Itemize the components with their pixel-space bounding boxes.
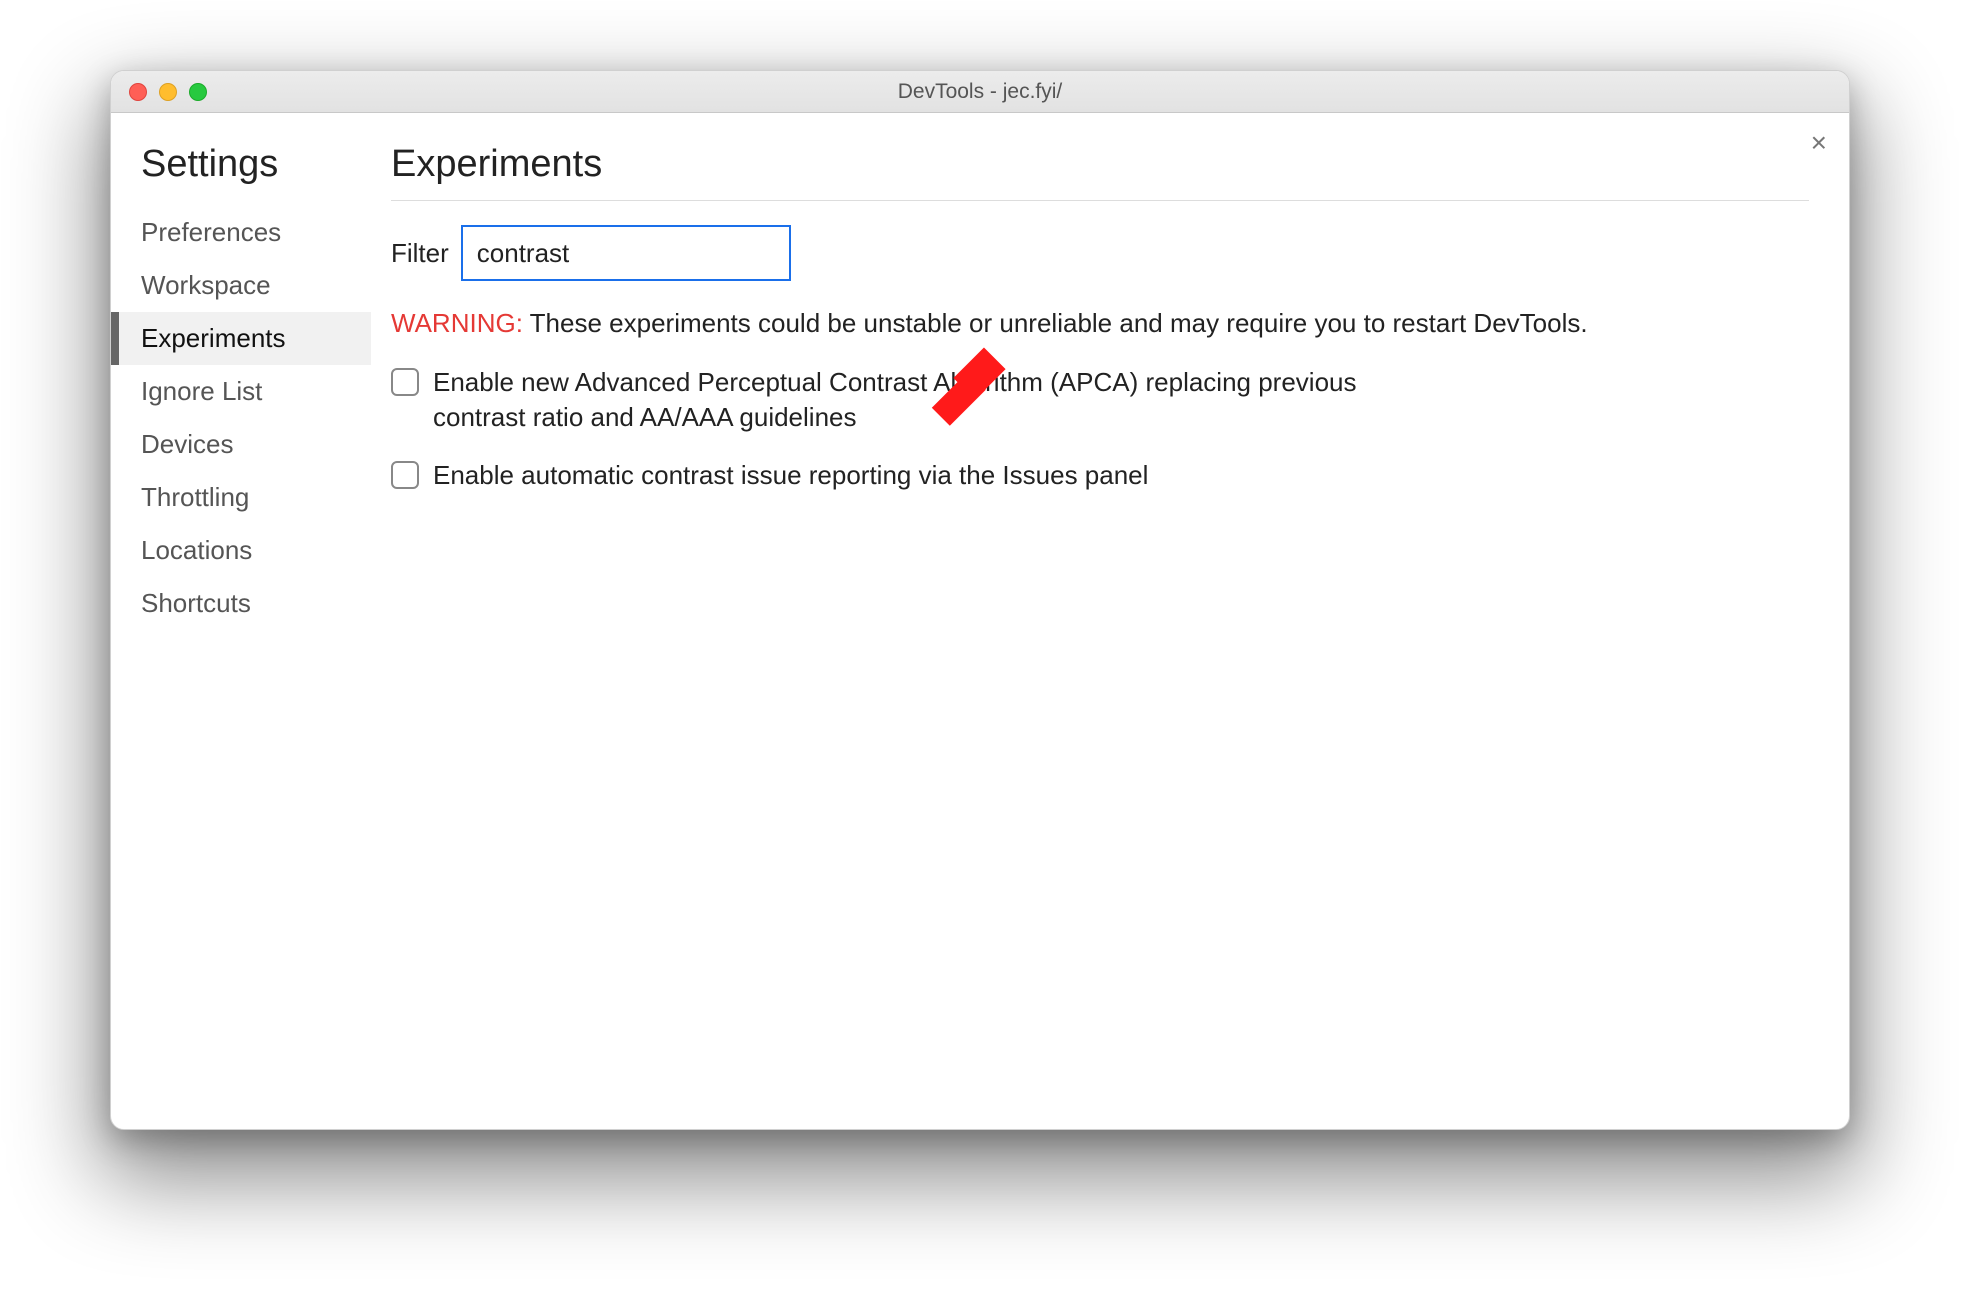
sidebar-item-shortcuts[interactable]: Shortcuts <box>111 577 371 630</box>
experiment-label: Enable new Advanced Perceptual Contrast … <box>433 365 1441 435</box>
warning-label: WARNING: <box>391 308 523 338</box>
filter-label: Filter <box>391 238 449 269</box>
sidebar-item-preferences[interactable]: Preferences <box>111 206 371 259</box>
sidebar-item-throttling[interactable]: Throttling <box>111 471 371 524</box>
warning-message: WARNING: These experiments could be unst… <box>391 305 1809 341</box>
titlebar: DevTools - jec.fyi/ <box>111 71 1849 113</box>
warning-text: These experiments could be unstable or u… <box>523 308 1588 338</box>
checkbox[interactable] <box>391 461 419 489</box>
sidebar-item-ignore-list[interactable]: Ignore List <box>111 365 371 418</box>
sidebar-title: Settings <box>141 143 371 186</box>
close-icon[interactable]: × <box>1811 127 1827 159</box>
sidebar-item-devices[interactable]: Devices <box>111 418 371 471</box>
page-heading: Experiments <box>391 143 1809 186</box>
divider <box>391 200 1809 201</box>
checkbox[interactable] <box>391 368 419 396</box>
settings-main: Experiments Filter WARNING: These experi… <box>371 113 1849 1129</box>
experiment-label: Enable automatic contrast issue reportin… <box>433 458 1148 493</box>
experiment-row[interactable]: Enable new Advanced Perceptual Contrast … <box>391 365 1441 435</box>
window-title: DevTools - jec.fyi/ <box>111 80 1849 104</box>
filter-row: Filter <box>391 225 1809 281</box>
settings-sidebar: Settings Preferences Workspace Experimen… <box>111 113 371 1129</box>
sidebar-item-locations[interactable]: Locations <box>111 524 371 577</box>
experiment-row[interactable]: Enable automatic contrast issue reportin… <box>391 458 1441 493</box>
sidebar-item-workspace[interactable]: Workspace <box>111 259 371 312</box>
settings-panel: × Settings Preferences Workspace Experim… <box>111 113 1849 1129</box>
filter-input[interactable] <box>461 225 791 281</box>
devtools-window: DevTools - jec.fyi/ × Settings Preferenc… <box>110 70 1850 1130</box>
sidebar-item-experiments[interactable]: Experiments <box>111 312 371 365</box>
